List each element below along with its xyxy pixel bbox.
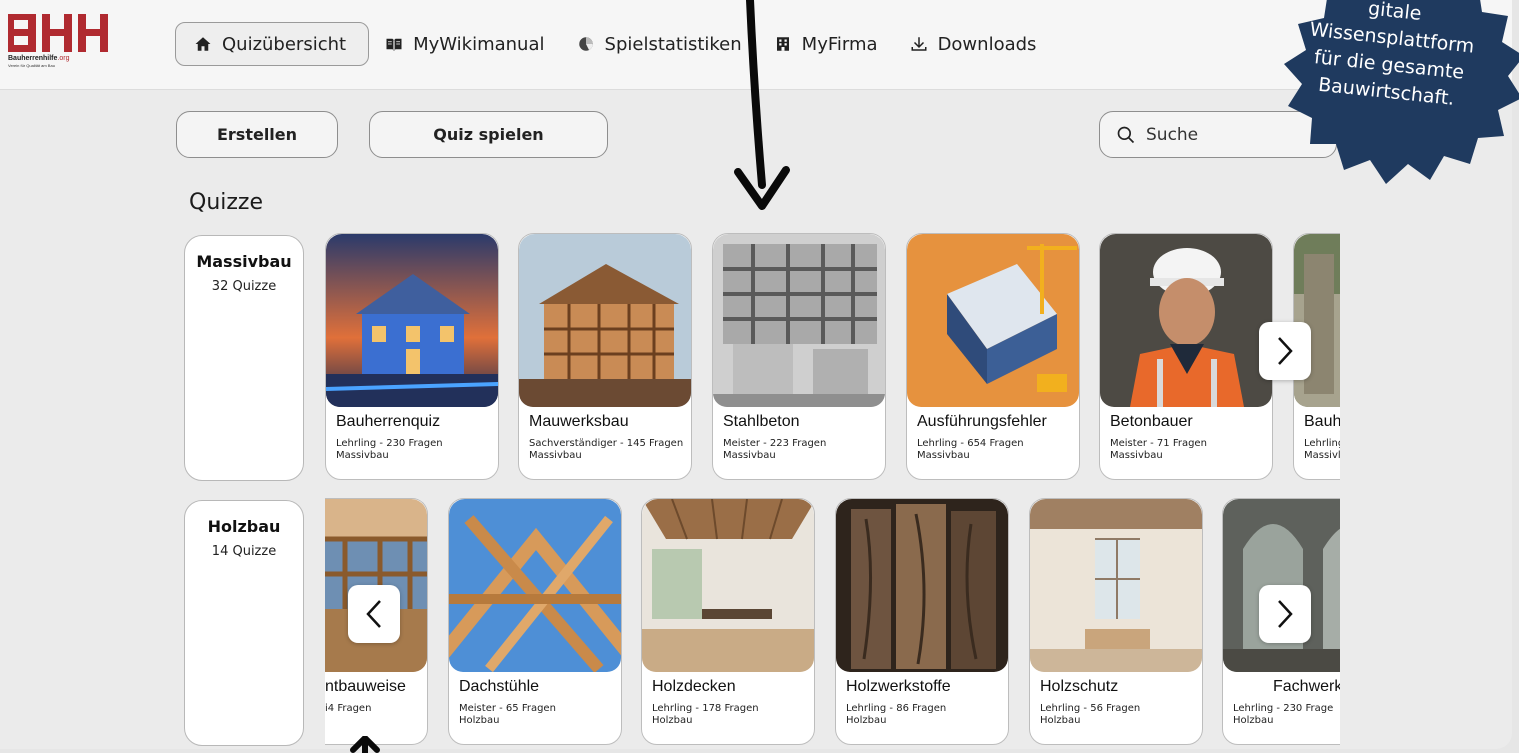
quiz-title: Stahlbeton — [723, 413, 800, 430]
promo-badge: gitale Wissensplattform für die gesamte … — [1258, 0, 1519, 190]
quiz-thumbnail — [907, 234, 1079, 407]
quiz-card-mauwerksbau[interactable]: Mauwerksbau Sachverständiger - 145 Frage… — [518, 233, 692, 480]
nav-label: MyFirma — [801, 33, 878, 55]
quiz-title: Holzdecken — [652, 678, 736, 695]
quiz-meta: Lehrling - 178 Fragen Holzbau — [652, 703, 759, 726]
category-name: Holzbau — [207, 517, 281, 536]
category-card-holzbau[interactable]: Holzbau 14 Quizze — [184, 500, 304, 746]
quiz-title: Bauh — [1304, 413, 1340, 430]
quiz-meta: Lehrling - 230 Frage Holzbau — [1233, 703, 1334, 726]
logo-mark-icon — [8, 14, 112, 52]
quiz-meta: Meister - 65 Fragen Holzbau — [459, 703, 556, 726]
quiz-meta: i4 Fragen — [325, 703, 372, 714]
carousel-prev-button[interactable] — [348, 585, 400, 643]
quiz-thumbnail — [713, 234, 885, 407]
quiz-thumbnail — [519, 234, 691, 407]
quiz-title: Bauherrenquiz — [336, 413, 441, 430]
chevron-left-icon — [366, 600, 381, 628]
quiz-meta: Lehrling - 654 Fragen Massivbau — [917, 438, 1024, 461]
quiz-thumbnail — [1294, 234, 1340, 407]
logo-name: Bauherrenhilfe.org — [8, 55, 70, 62]
quiz-title: Holzwerkstoffe — [846, 678, 951, 695]
main-nav: Quizübersicht MyWikimanual Spielstatisti… — [175, 22, 1052, 66]
carousel-next-button[interactable] — [1259, 322, 1311, 380]
quiz-card-bauherrenquiz[interactable]: Bauherrenquiz Lehrling - 230 Fragen Massi… — [325, 233, 499, 480]
quiz-title: Holzschutz — [1040, 678, 1119, 695]
nav-item-downloads[interactable]: Downloads — [894, 22, 1053, 66]
quiz-title: Ausführungsfehler — [917, 413, 1047, 430]
quiz-meta: LehrlingMassivl — [1304, 438, 1340, 461]
quiz-meta: Lehrling - 230 Fragen Massivbau — [336, 438, 443, 461]
quiz-title: ntbauweise — [325, 678, 406, 695]
quiz-thumbnail — [836, 499, 1008, 672]
quiz-thumbnail — [642, 499, 814, 672]
brand-logo[interactable]: Bauherrenhilfe.org Verein für Qualität a… — [8, 14, 112, 76]
quiz-thumbnail — [326, 234, 498, 407]
annotation-arrow-up-icon — [350, 736, 380, 753]
nav-label: Quizübersicht — [222, 33, 347, 55]
annotation-arrow-down-icon — [734, 0, 790, 210]
nav-label: Downloads — [937, 33, 1037, 55]
quiz-meta: Lehrling - 56 Fragen Holzbau — [1040, 703, 1141, 726]
category-count: 14 Quizze — [211, 544, 277, 559]
nav-label: MyWikimanual — [413, 33, 545, 55]
play-quiz-button[interactable]: Quiz spielen — [369, 111, 608, 158]
category-card-massivbau[interactable]: Massivbau 32 Quizze — [184, 235, 304, 481]
chevron-right-icon — [1278, 337, 1293, 365]
quiz-card-stahlbeton[interactable]: Stahlbeton Meister - 223 Fragen Massivbau — [712, 233, 886, 480]
quiz-meta: Sachverständiger - 145 Fragen Massivbau — [529, 438, 684, 461]
quiz-card-ausfuehrungsfehler[interactable]: Ausführungsfehler Lehrling - 654 Fragen M… — [906, 233, 1080, 480]
quiz-card-holzdecken[interactable]: Holzdecken Lehrling - 178 Fragen Holzbau — [641, 498, 815, 745]
chevron-right-icon — [1278, 600, 1293, 628]
home-icon — [195, 37, 211, 51]
quiz-thumbnail — [1030, 499, 1202, 672]
quiz-card-holzwerkstoffe[interactable]: Holzwerkstoffe Lehrling - 86 Fragen Holzb… — [835, 498, 1009, 745]
quiz-card-holzschutz[interactable]: Holzschutz Lehrling - 56 Fragen Holzbau — [1029, 498, 1203, 745]
search-icon — [1117, 126, 1135, 143]
nav-item-spielstatistiken[interactable]: Spielstatistiken — [561, 22, 758, 66]
quiz-thumbnail — [1100, 234, 1272, 407]
quiz-card-dachstuehle[interactable]: Dachstühle Meister - 65 Fragen Holzbau — [448, 498, 622, 745]
nav-item-mywikimanual[interactable]: MyWikimanual — [369, 22, 560, 66]
carousel-next-button[interactable] — [1259, 585, 1311, 643]
quiz-title: Fachwerke — [1273, 678, 1340, 695]
quiz-meta: Lehrling - 86 Fragen Holzbau — [846, 703, 947, 726]
section-title: Quizze — [189, 190, 264, 215]
pie-chart-icon — [578, 37, 593, 51]
book-icon — [386, 38, 402, 51]
category-name: Massivbau — [196, 252, 292, 271]
quiz-card-betonbauer[interactable]: Betonbauer Meister - 71 Fragen Massivbau — [1099, 233, 1273, 480]
nav-item-quizuebersicht[interactable]: Quizübersicht — [175, 22, 370, 66]
create-button[interactable]: Erstellen — [176, 111, 338, 158]
quiz-title: Mauwerksbau — [529, 413, 629, 430]
quiz-title: Dachstühle — [459, 678, 540, 695]
quiz-meta: Meister - 71 Fragen Massivbau — [1110, 438, 1207, 461]
category-count: 32 Quizze — [211, 279, 277, 294]
category-row-massivbau: Massivbau 32 Quizze Bauherrenquiz Lehrli… — [184, 233, 1340, 481]
nav-label: Spielstatistiken — [604, 33, 742, 55]
download-icon — [911, 37, 927, 51]
logo-tagline: Verein für Qualität am Bau — [8, 63, 55, 68]
quiz-title: Betonbauer — [1110, 413, 1193, 430]
quiz-thumbnail — [449, 499, 621, 672]
category-row-holzbau: Holzbau 14 Quizze ntbauweise i4 Fragen D… — [184, 498, 1340, 746]
quiz-meta: Meister - 223 Fragen Massivbau — [723, 438, 827, 461]
